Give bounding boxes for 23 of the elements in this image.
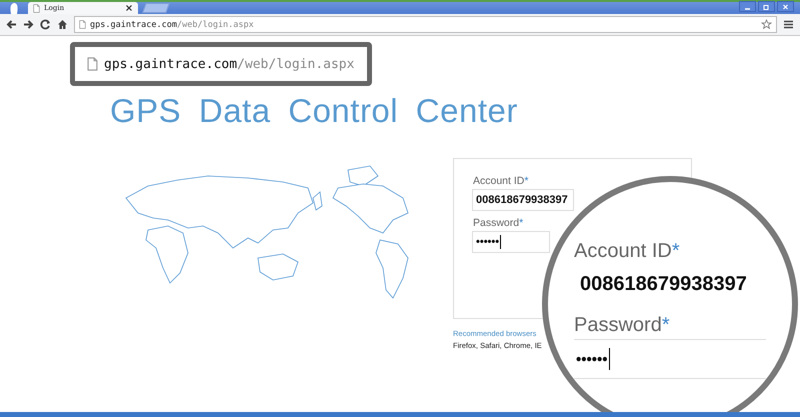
field-label: Password* (473, 217, 524, 229)
star-icon[interactable] (761, 19, 772, 30)
close-button[interactable] (777, 1, 794, 12)
page-title: GPS Data Control Center (110, 92, 519, 130)
restore-icon (763, 4, 770, 10)
reload-icon[interactable] (40, 19, 51, 30)
close-icon[interactable] (125, 4, 133, 12)
minimize-button[interactable] (739, 1, 756, 12)
close-icon (782, 4, 789, 10)
menu-icon[interactable] (783, 19, 794, 30)
url-text: gps.gaintrace.com/web/login.aspx (104, 56, 354, 72)
address-bar[interactable]: gps.gaintrace.com/web/login.aspx (74, 16, 777, 33)
field-label: Password* (574, 314, 671, 337)
restore-button[interactable] (758, 1, 775, 12)
input-field[interactable]: •••••• (574, 339, 766, 379)
page-icon (87, 57, 98, 71)
field-label: Account ID* (574, 240, 681, 263)
input-field[interactable]: 008618679938397 (580, 273, 792, 296)
home-icon[interactable] (57, 19, 68, 30)
forward-icon[interactable] (23, 19, 34, 30)
page-icon (79, 20, 86, 29)
field-label: Account ID* (473, 175, 530, 187)
back-icon[interactable] (6, 19, 17, 30)
